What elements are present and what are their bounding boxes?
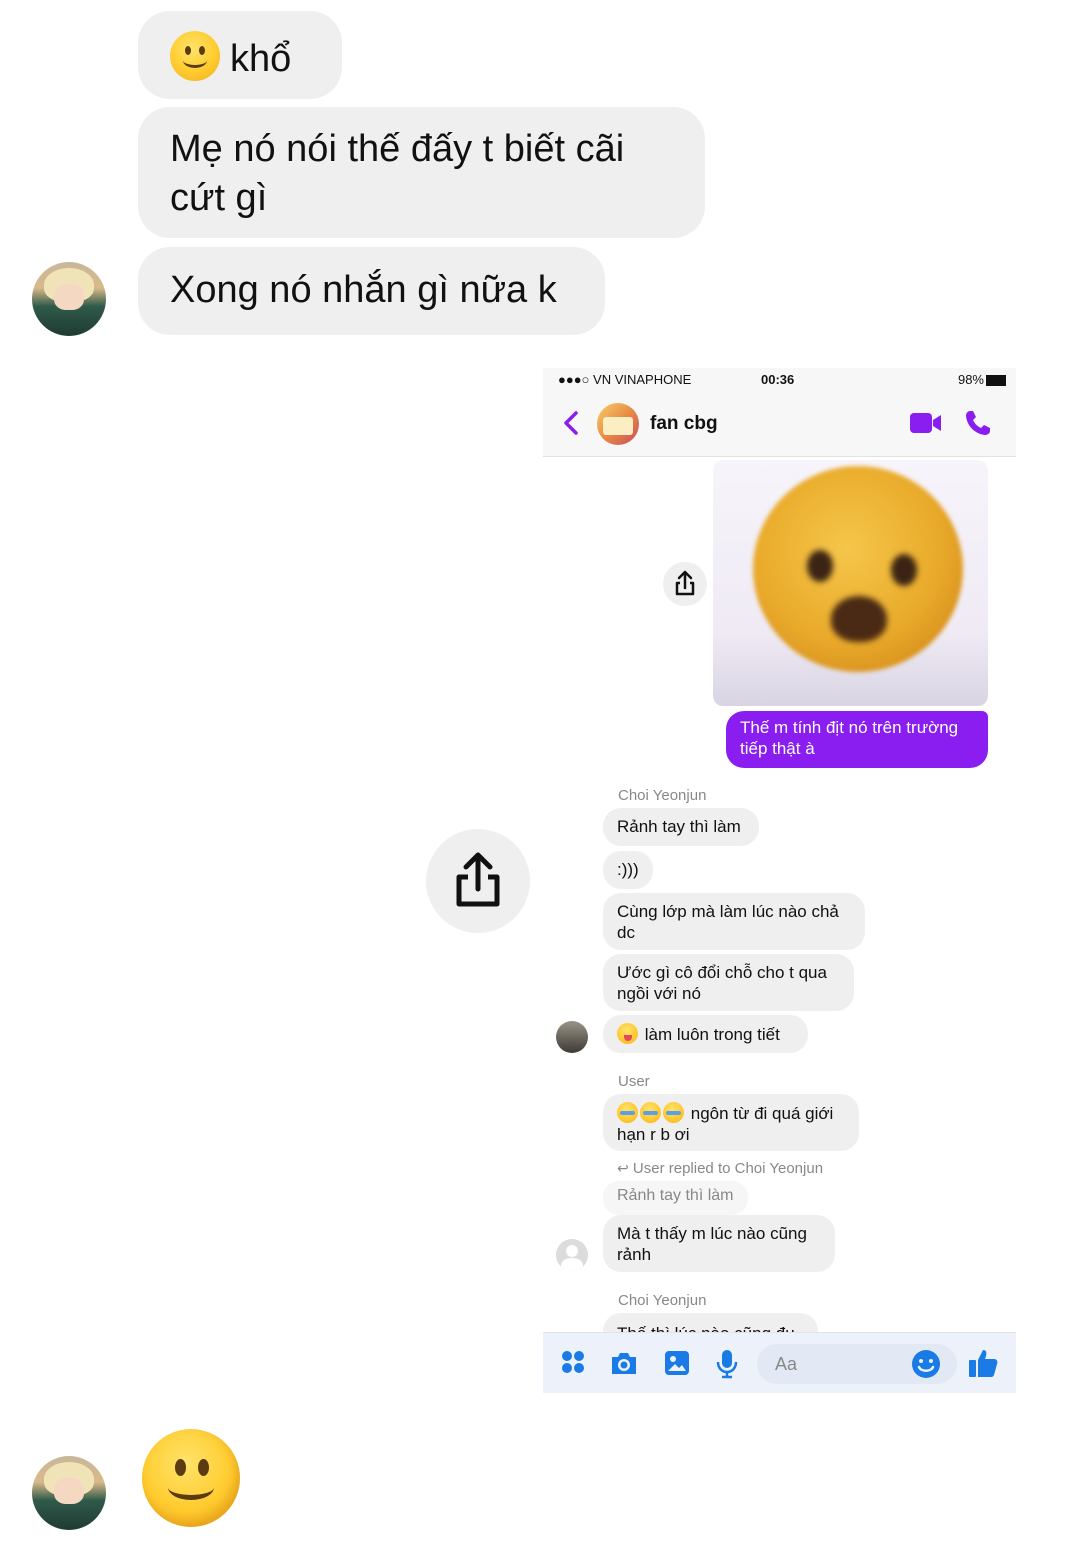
reply-quote[interactable]: Rảnh tay thì làm (603, 1181, 748, 1215)
message-text: làm luôn trong tiết (644, 1025, 780, 1044)
tongue-face-icon (617, 1023, 638, 1044)
quoted-text: Rảnh tay thì làm (617, 1187, 734, 1204)
incoming-message[interactable]: ngôn từ đi quá giới hạn r b ơi (603, 1094, 859, 1151)
message-input-placeholder: Aa (775, 1354, 798, 1374)
incoming-message[interactable]: Cùng lớp mà làm lúc nào chả dc (603, 893, 865, 950)
reply-note: ↩ User replied to Choi Yeonjun (617, 1160, 823, 1177)
sender-avatar[interactable] (556, 1021, 588, 1053)
sender-avatar[interactable] (556, 1239, 588, 1271)
message-text: Ước gì cô đổi chỗ cho t qua ngồi với nó (617, 963, 827, 1003)
slightly-smiling-face-icon (170, 31, 220, 81)
contact-avatar[interactable] (32, 262, 106, 336)
sender-name: Choi Yeonjun (618, 1292, 707, 1309)
shocked-face-icon (753, 466, 963, 672)
incoming-message[interactable]: Rảnh tay thì làm (603, 808, 759, 846)
status-bar: ●●●○ VN VINAPHONE 00:36 98% (543, 368, 1016, 392)
carrier-label: ●●●○ VN VINAPHONE (558, 372, 692, 387)
crying-face-icon (640, 1102, 661, 1123)
status-time: 00:36 (761, 372, 795, 387)
outgoing-message[interactable]: Thế m tính địt nó trên trường tiếp thật … (726, 711, 988, 768)
message-text: :))) (617, 860, 639, 879)
camera-icon[interactable] (609, 1349, 639, 1377)
message-bubble-me-no-noi[interactable]: Mẹ nó nói thế đấy t biết cãi cứt gì (138, 107, 705, 238)
shocked-emoji-photo[interactable] (713, 460, 988, 706)
reply-arrow-icon: ↩ (617, 1160, 629, 1176)
share-icon (456, 852, 500, 907)
chat-header: fan cbg (543, 392, 1016, 457)
sender-name: User (618, 1073, 650, 1090)
gallery-icon[interactable] (663, 1349, 691, 1377)
share-icon (675, 570, 695, 596)
battery-percent: 98% (957, 372, 984, 387)
incoming-message[interactable]: Mà t thấy m lúc nào cũng rảnh (603, 1215, 835, 1272)
emoji-icon[interactable] (911, 1349, 941, 1379)
apps-icon[interactable] (560, 1349, 586, 1375)
incoming-message[interactable]: :))) (603, 851, 653, 889)
large-emoji-message[interactable] (142, 1429, 240, 1527)
share-button[interactable] (663, 562, 707, 606)
message-text: Thế m tính địt nó trên trường tiếp thật … (740, 718, 959, 758)
video-call-icon[interactable] (909, 410, 943, 436)
incoming-message[interactable]: Ước gì cô đổi chỗ cho t qua ngồi với nó (603, 954, 854, 1011)
incoming-message[interactable]: làm luôn trong tiết (603, 1015, 808, 1053)
battery-indicator: 98% (958, 372, 1006, 387)
message-text: Cùng lớp mà làm lúc nào chả dc (617, 902, 839, 942)
battery-icon (986, 375, 1006, 387)
message-text: Xong nó nhắn gì nữa k (170, 269, 557, 311)
chat-page: khổ Mẹ nó nói thế đấy t biết cãi cứt gì … (0, 0, 1080, 1559)
microphone-icon[interactable] (715, 1349, 739, 1379)
share-button[interactable] (426, 829, 530, 933)
slightly-smiling-face-icon (142, 1429, 240, 1527)
message-bubble-kho[interactable]: khổ (138, 11, 342, 99)
crying-face-icon (663, 1102, 684, 1123)
message-composer: Aa (543, 1332, 1016, 1393)
message-text: Rảnh tay thì làm (617, 817, 741, 836)
crying-face-icon (617, 1102, 638, 1123)
message-text: Mà t thấy m lúc nào cũng rảnh (617, 1224, 807, 1264)
like-icon[interactable] (967, 1347, 999, 1379)
contact-avatar[interactable] (32, 1456, 106, 1530)
sender-name: Choi Yeonjun (618, 787, 707, 804)
group-avatar[interactable] (597, 403, 639, 445)
back-chevron-icon[interactable] (559, 410, 585, 436)
message-bubble-xong-no-nhan[interactable]: Xong nó nhắn gì nữa k (138, 247, 605, 335)
reply-note-text: User replied to Choi Yeonjun (632, 1160, 824, 1177)
group-name[interactable]: fan cbg (650, 413, 718, 435)
message-text: khổ (230, 38, 292, 80)
message-text: Mẹ nó nói thế đấy t biết cãi cứt gì (170, 128, 625, 219)
phone-call-icon[interactable] (963, 408, 993, 438)
shared-screenshot-image[interactable]: ●●●○ VN VINAPHONE 00:36 98% fan cbg Thế … (543, 368, 1016, 1393)
